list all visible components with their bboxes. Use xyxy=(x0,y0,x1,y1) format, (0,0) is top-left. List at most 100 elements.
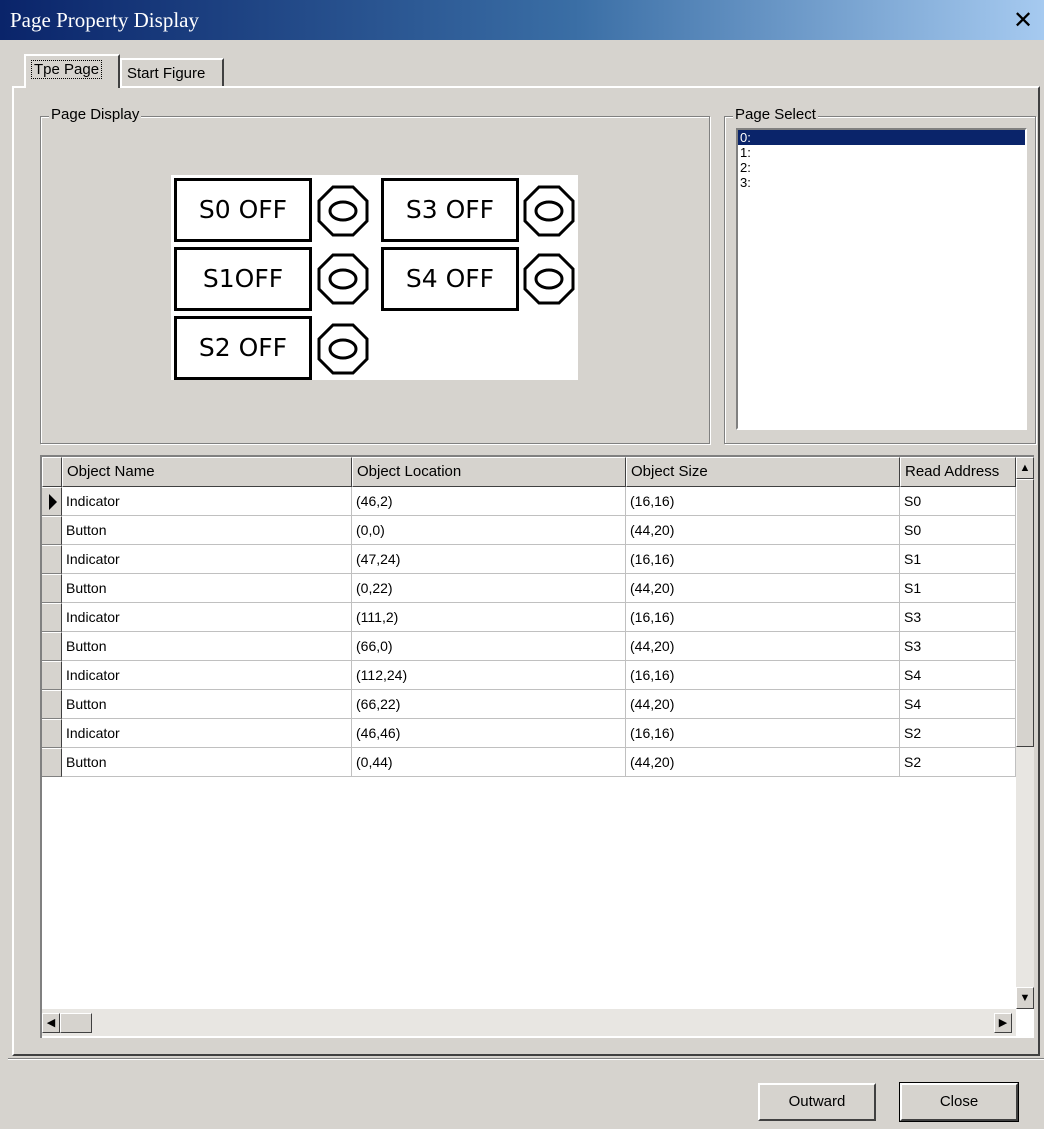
cell-read-address[interactable]: S0 xyxy=(900,516,1016,545)
cell-object-location[interactable]: (0,22) xyxy=(352,574,626,603)
scroll-left-icon[interactable]: ◀ xyxy=(42,1013,60,1033)
cell-object-location[interactable]: (47,24) xyxy=(352,545,626,574)
cell-object-name[interactable]: Indicator xyxy=(62,719,352,748)
page-display-legend: Page Display xyxy=(49,106,142,123)
page-select-item[interactable]: 1: xyxy=(738,145,1025,160)
table-row[interactable]: Button (0,22) (44,20) S1 xyxy=(42,574,1016,603)
table-row[interactable]: Indicator (111,2) (16,16) S3 xyxy=(42,603,1016,632)
page-select-list[interactable]: 0: 1: 2: 3: xyxy=(736,128,1027,430)
row-header-cell[interactable] xyxy=(42,690,62,719)
page-select-item[interactable]: 2: xyxy=(738,160,1025,175)
table-row[interactable]: Button (66,0) (44,20) S3 xyxy=(42,632,1016,661)
table-row[interactable]: Indicator (47,24) (16,16) S1 xyxy=(42,545,1016,574)
outward-button[interactable]: Outward xyxy=(758,1083,876,1121)
header-indicator-cell xyxy=(42,457,62,487)
column-header-object-location[interactable]: Object Location xyxy=(352,457,626,487)
row-header-cell[interactable] xyxy=(42,545,62,574)
cell-object-size[interactable]: (16,16) xyxy=(626,487,900,516)
cell-object-name[interactable]: Button xyxy=(62,516,352,545)
row-header-cell[interactable] xyxy=(42,574,62,603)
column-header-read-address[interactable]: Read Address xyxy=(900,457,1016,487)
cell-read-address[interactable]: S2 xyxy=(900,748,1016,777)
cell-object-location[interactable]: (66,0) xyxy=(352,632,626,661)
indicator-s0-icon xyxy=(317,185,369,237)
cell-object-location[interactable]: (0,44) xyxy=(352,748,626,777)
cell-object-size[interactable]: (44,20) xyxy=(626,632,900,661)
object-table[interactable]: Object Name Object Location Object Size … xyxy=(40,455,1034,1038)
page-select-item[interactable]: 3: xyxy=(738,175,1025,190)
cell-read-address[interactable]: S3 xyxy=(900,632,1016,661)
cell-object-name[interactable]: Button xyxy=(62,748,352,777)
cell-object-size[interactable]: (16,16) xyxy=(626,719,900,748)
page-select-item[interactable]: 0: xyxy=(738,130,1025,145)
cell-object-location[interactable]: (46,46) xyxy=(352,719,626,748)
cell-object-size[interactable]: (44,20) xyxy=(626,690,900,719)
cell-object-name[interactable]: Button xyxy=(62,690,352,719)
preview-button-s2: S2 OFF xyxy=(174,316,312,380)
current-row-arrow-icon[interactable] xyxy=(42,487,62,516)
table-row[interactable]: Indicator (112,24) (16,16) S4 xyxy=(42,661,1016,690)
scroll-down-icon[interactable]: ▼ xyxy=(1016,987,1034,1009)
scroll-right-icon[interactable]: ▶ xyxy=(994,1013,1012,1033)
vertical-scrollbar[interactable]: ▲ ▼ xyxy=(1016,457,1034,1009)
row-header-cell[interactable] xyxy=(42,748,62,777)
cell-object-name[interactable]: Button xyxy=(62,574,352,603)
tab-label: Tpe Page xyxy=(31,60,103,79)
cell-object-location[interactable]: (0,0) xyxy=(352,516,626,545)
cell-read-address[interactable]: S2 xyxy=(900,719,1016,748)
cell-object-size[interactable]: (16,16) xyxy=(626,603,900,632)
cell-object-size[interactable]: (16,16) xyxy=(626,661,900,690)
cell-read-address[interactable]: S1 xyxy=(900,574,1016,603)
cell-object-size[interactable]: (44,20) xyxy=(626,516,900,545)
cell-read-address[interactable]: S4 xyxy=(900,690,1016,719)
row-header-cell[interactable] xyxy=(42,661,62,690)
title-bar: Page Property Display ✕ xyxy=(0,0,1044,40)
cell-object-location[interactable]: (66,22) xyxy=(352,690,626,719)
cell-read-address[interactable]: S3 xyxy=(900,603,1016,632)
cell-object-name[interactable]: Indicator xyxy=(62,661,352,690)
cell-object-name[interactable]: Indicator xyxy=(62,603,352,632)
page-select-legend: Page Select xyxy=(733,106,818,123)
cell-object-name[interactable]: Indicator xyxy=(62,545,352,574)
table-row[interactable]: Button (0,44) (44,20) S2 xyxy=(42,748,1016,777)
horizontal-scrollbar[interactable]: ◀ ▶ xyxy=(42,1009,1016,1036)
horizontal-scroll-thumb[interactable] xyxy=(60,1013,92,1033)
cell-object-name[interactable]: Button xyxy=(62,632,352,661)
cell-object-name[interactable]: Indicator xyxy=(62,487,352,516)
preview-button-s3: S3 OFF xyxy=(381,178,519,242)
cell-object-size[interactable]: (44,20) xyxy=(626,748,900,777)
row-header-cell[interactable] xyxy=(42,719,62,748)
column-header-object-size[interactable]: Object Size xyxy=(626,457,900,487)
footer-separator xyxy=(8,1058,1044,1060)
preview-button-s1: S1OFF xyxy=(174,247,312,311)
table-header: Object Name Object Location Object Size … xyxy=(42,457,1016,487)
cell-object-location[interactable]: (112,24) xyxy=(352,661,626,690)
cell-object-location[interactable]: (46,2) xyxy=(352,487,626,516)
cell-object-location[interactable]: (111,2) xyxy=(352,603,626,632)
table-row[interactable]: Indicator (46,46) (16,16) S2 xyxy=(42,719,1016,748)
table-row[interactable]: Indicator (46,2) (16,16) S0 xyxy=(42,487,1016,516)
cell-object-size[interactable]: (16,16) xyxy=(626,545,900,574)
tab-start-figure[interactable]: Start Figure xyxy=(120,58,224,86)
preview-button-s4: S4 OFF xyxy=(381,247,519,311)
close-icon[interactable]: ✕ xyxy=(1010,7,1036,33)
page-preview: S0 OFF S3 OFF S1OFF S4 OFF S2 OFF xyxy=(171,175,578,380)
indicator-s4-icon xyxy=(523,253,575,305)
preview-button-s0: S0 OFF xyxy=(174,178,312,242)
window-title: Page Property Display xyxy=(10,8,199,32)
cell-read-address[interactable]: S4 xyxy=(900,661,1016,690)
table-row[interactable]: Button (0,0) (44,20) S0 xyxy=(42,516,1016,545)
cell-read-address[interactable]: S0 xyxy=(900,487,1016,516)
indicator-s2-icon xyxy=(317,323,369,375)
row-header-cell[interactable] xyxy=(42,603,62,632)
cell-read-address[interactable]: S1 xyxy=(900,545,1016,574)
row-header-cell[interactable] xyxy=(42,632,62,661)
table-row[interactable]: Button (66,22) (44,20) S4 xyxy=(42,690,1016,719)
cell-object-size[interactable]: (44,20) xyxy=(626,574,900,603)
scroll-up-icon[interactable]: ▲ xyxy=(1016,457,1034,479)
column-header-object-name[interactable]: Object Name xyxy=(62,457,352,487)
vertical-scroll-thumb[interactable] xyxy=(1016,479,1034,747)
row-header-cell[interactable] xyxy=(42,516,62,545)
close-button[interactable]: Close xyxy=(899,1082,1019,1122)
tab-tpe-page[interactable]: Tpe Page xyxy=(24,54,120,88)
